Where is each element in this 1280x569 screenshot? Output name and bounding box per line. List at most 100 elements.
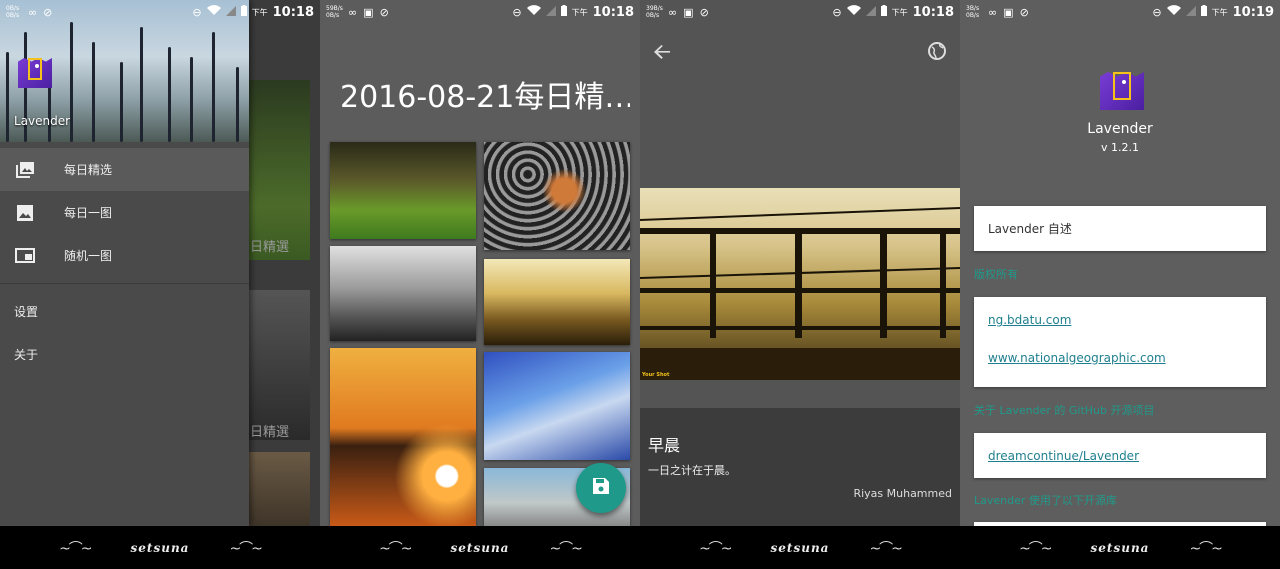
screen-drawer: 0B/s 0B/s ∞ ⊘ ⊖ 下午 10:18 日精選 日精選 Lavende… [0, 0, 320, 569]
header-plant [92, 42, 95, 142]
behind-label-2: 日精選 [250, 425, 290, 440]
section-libraries: Lavender 使用了以下开源库 [974, 494, 1117, 507]
header-plant [168, 47, 171, 142]
ampm-label: 下午 [571, 7, 588, 17]
menu-item-random-image[interactable]: 随机一图 [0, 234, 249, 277]
battery-icon [560, 5, 567, 19]
signal-icon [1185, 5, 1196, 19]
detail-photo[interactable]: Your Shot [640, 188, 960, 380]
drawer-app-name: Lavender [14, 114, 71, 128]
about-app-logo [1096, 70, 1144, 110]
speed-up: 0B/s [6, 5, 20, 12]
section-copyright: 版权所有 [974, 268, 1018, 281]
drawer-menu: 每日精选 每日一图 随机一图 设置 关于 [0, 142, 249, 376]
menu-divider [0, 283, 249, 284]
status-bar: 59B/s 0B/s ∞ ▣ ⊘ ⊖ 下午 10:18 [320, 0, 640, 24]
screenshot-row: 0B/s 0B/s ∞ ⊘ ⊖ 下午 10:18 日精選 日精選 Lavende… [0, 0, 1280, 569]
intro-card[interactable]: Lavender 自述 [974, 206, 1266, 251]
infinity-icon: ∞ [28, 5, 38, 19]
menu-item-daily-selection[interactable]: 每日精选 [0, 148, 249, 191]
intro-label: Lavender 自述 [988, 222, 1072, 236]
behind-image-1 [248, 80, 310, 260]
battery-icon [1200, 5, 1207, 19]
status-bar: 0B/s 0B/s ∞ ⊘ ⊖ 下午 10:18 [0, 0, 320, 24]
signal-icon [865, 5, 876, 19]
link-github-repo[interactable]: dreamcontinue/Lavender [988, 449, 1139, 463]
status-right: ⊖ 下午 10:18 [512, 5, 634, 20]
logo-inner [1113, 72, 1131, 100]
infinity-icon: ∞ [348, 5, 358, 19]
battery-icon [240, 5, 247, 19]
header-plant [236, 67, 239, 142]
ampm-label: 下午 [891, 7, 908, 17]
no-sync-icon: ⊘ [379, 5, 389, 19]
section-github: 关于 Lavender 的 GitHub 开源项目 [974, 404, 1155, 417]
menu-item-settings[interactable]: 设置 [0, 290, 249, 333]
ornament-right-icon: ~⌒~ [549, 540, 582, 557]
picture-in-picture-icon [14, 248, 36, 264]
photo-caption: Your Shot [642, 372, 669, 378]
speed-down: 0B/s [966, 12, 980, 19]
menu-item-about[interactable]: 关于 [0, 333, 249, 376]
logo-dot [35, 64, 39, 68]
photo-tile-forest[interactable] [330, 142, 476, 239]
menu-item-label: 关于 [14, 348, 39, 362]
detail-info-panel: 早晨 一日之计在于晨。 Riyas Muhammed [640, 408, 960, 526]
notification-icons: ∞ ⊘ [28, 6, 52, 19]
photo-tile-smoke-sunset[interactable] [330, 348, 476, 526]
header-plant [190, 57, 193, 142]
screen-gallery: 59B/s 0B/s ∞ ▣ ⊘ ⊖ 下午 10:18 2016-08-21每日… [320, 0, 640, 569]
status-bar: 3B/s 0B/s ∞ ▣ ⊘ ⊖ 下午 10:19 [960, 0, 1280, 24]
no-sync-icon: ⊘ [699, 5, 709, 19]
ornament-left-icon: ~⌒~ [1019, 540, 1052, 557]
notification-icons: ∞ ▣ ⊘ [348, 6, 389, 19]
photo-tile-insects[interactable] [484, 142, 630, 250]
save-button[interactable] [576, 463, 626, 513]
clock: 10:18 [592, 4, 634, 20]
speed-up: 3B/s [966, 5, 980, 12]
photo-tile-blue-town[interactable] [484, 352, 630, 460]
behind-image-2 [248, 290, 310, 440]
wifi-icon [526, 5, 541, 19]
bottom-bar: ~⌒~ setsuna ~⌒~ [0, 526, 320, 569]
photo-tile-bridge[interactable] [484, 259, 630, 345]
gallery-title: 2016-08-21每日精… [340, 80, 630, 115]
bottom-bar: ~⌒~ setsuna ~⌒~ [960, 526, 1280, 569]
image-notification-icon: ▣ [683, 5, 694, 19]
detail-subtitle: 一日之计在于晨。 [648, 464, 736, 477]
no-sync-icon: ⊘ [1019, 5, 1029, 19]
navigation-drawer: Lavender 每日精选 每日一图 随机一图 设置 关于 [0, 0, 249, 526]
back-arrow-icon[interactable] [654, 43, 670, 64]
link-bdatu[interactable]: ng.bdatu.com [988, 313, 1071, 327]
detail-author: Riyas Muhammed [853, 487, 952, 500]
bottom-bar: ~⌒~ setsuna ~⌒~ [320, 526, 640, 569]
ampm-label: 下午 [251, 7, 268, 17]
bottom-brand: setsuna [770, 540, 830, 555]
globe-icon[interactable] [928, 41, 946, 65]
logo-dot [1122, 80, 1126, 84]
clock: 10:18 [912, 4, 954, 20]
do-not-disturb-icon: ⊖ [512, 5, 522, 19]
wifi-icon [846, 5, 861, 19]
do-not-disturb-icon: ⊖ [832, 5, 842, 19]
ornament-left-icon: ~⌒~ [59, 540, 92, 557]
network-speed: 59B/s 0B/s [326, 5, 344, 19]
wifi-icon [206, 5, 221, 19]
menu-item-daily-image[interactable]: 每日一图 [0, 191, 249, 234]
status-right: ⊖ 下午 10:18 [192, 5, 314, 20]
photo-tile-fishermen[interactable] [330, 246, 476, 341]
speed-up: 39B/s [646, 5, 663, 12]
do-not-disturb-icon: ⊖ [192, 5, 202, 19]
screen-about: 3B/s 0B/s ∞ ▣ ⊘ ⊖ 下午 10:19 Lavender v 1.… [960, 0, 1280, 569]
links-card-github: dreamcontinue/Lavender [974, 433, 1266, 478]
header-plant [140, 27, 143, 142]
network-speed: 39B/s 0B/s [646, 5, 664, 19]
link-nationalgeographic[interactable]: www.nationalgeographic.com [988, 351, 1166, 365]
screen-detail: 39B/s 0B/s ∞ ▣ ⊘ ⊖ 下午 10:18 Your Shot 早晨… [640, 0, 960, 569]
status-right: ⊖ 下午 10:19 [1152, 5, 1274, 20]
detail-toolbar [640, 28, 960, 78]
wifi-icon [1166, 5, 1181, 19]
about-app-name: Lavender [1087, 121, 1153, 137]
header-plant [6, 52, 9, 142]
ornament-right-icon: ~⌒~ [1189, 540, 1222, 557]
